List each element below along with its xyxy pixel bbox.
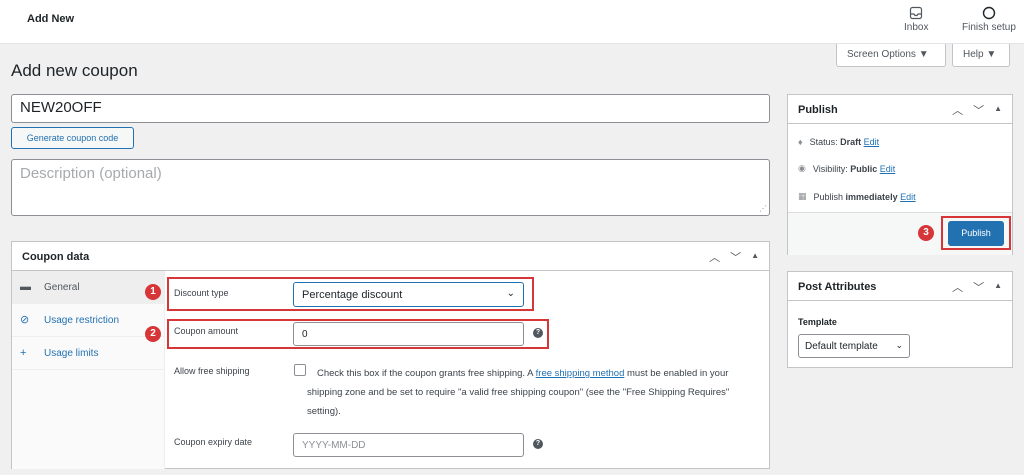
- step-marker-3: 3: [918, 225, 934, 241]
- help-tab[interactable]: Help ▼: [952, 44, 1010, 67]
- status-row: ♦ Status: Draft Edit: [798, 137, 879, 147]
- post-attributes-header: Post Attributes ︿ ﹀ ▲: [788, 272, 1012, 301]
- tab-usage-limits[interactable]: + Usage limits: [12, 337, 164, 370]
- highlight-box-discount-type: [167, 277, 534, 311]
- visibility-value: Public: [850, 163, 878, 174]
- expiry-date-input[interactable]: YYYY-MM-DD: [293, 433, 524, 457]
- move-up-icon[interactable]: ︿: [952, 279, 963, 295]
- move-down-icon[interactable]: ﹀: [973, 102, 984, 118]
- block-icon: ⊘: [20, 314, 30, 326]
- publish-header: Publish ︿ ﹀ ▲: [788, 95, 1012, 124]
- schedule-row: ▦ Publish immediately Edit: [798, 191, 916, 202]
- tab-general[interactable]: ▬ General: [12, 271, 164, 304]
- page-title: Add new coupon: [11, 61, 138, 80]
- description-textarea[interactable]: Description (optional) ⋰: [11, 159, 770, 216]
- collapse-icon[interactable]: ▲: [994, 102, 1002, 118]
- chevron-down-icon: ⌄: [895, 340, 903, 350]
- edit-visibility-link[interactable]: Edit: [880, 164, 896, 174]
- template-label: Template: [798, 317, 837, 327]
- screen-options-tab[interactable]: Screen Options ▼: [836, 44, 946, 67]
- schedule-label: Publish: [813, 191, 846, 202]
- coupon-data-header: Coupon data ︿ ﹀ ▲: [12, 242, 769, 271]
- status-label: Status:: [809, 137, 841, 147]
- help-icon[interactable]: ?: [533, 439, 543, 449]
- inbox-icon: [910, 6, 923, 20]
- top-bar: Add New Inbox Finish setup: [0, 0, 1024, 44]
- eye-icon: ◉: [798, 163, 806, 173]
- highlight-box-coupon-amount: [167, 319, 549, 349]
- progress-circle-icon: [982, 6, 996, 20]
- coupon-code-input[interactable]: NEW20OFF: [11, 94, 770, 123]
- calendar-icon: ▦: [798, 191, 807, 201]
- move-down-icon[interactable]: ﹀: [730, 249, 741, 265]
- move-up-icon[interactable]: ︿: [952, 102, 963, 118]
- free-shipping-description: Check this box if the coupon grants free…: [307, 364, 747, 421]
- tab-usage-restriction[interactable]: ⊘ Usage restriction: [12, 304, 164, 337]
- move-down-icon[interactable]: ﹀: [973, 279, 984, 295]
- visibility-label: Visibility:: [812, 163, 851, 174]
- post-attributes-panel: Post Attributes ︿ ﹀ ▲ Template Default t…: [787, 271, 1013, 368]
- publish-title: Publish: [798, 104, 838, 116]
- inbox-label: Inbox: [904, 22, 929, 33]
- free-shipping-label: Allow free shipping: [174, 366, 250, 376]
- pin-icon: ♦: [798, 137, 803, 147]
- move-up-icon[interactable]: ︿: [709, 249, 720, 265]
- coupon-data-tabs: ▬ General ⊘ Usage restriction + Usage li…: [12, 271, 165, 469]
- generate-coupon-code-button[interactable]: Generate coupon code: [11, 127, 134, 149]
- collapse-icon[interactable]: ▲: [994, 279, 1002, 295]
- plus-icon: +: [20, 347, 27, 359]
- schedule-value: immediately: [845, 191, 898, 202]
- visibility-row: ◉ Visibility: Public Edit: [798, 163, 895, 174]
- tab-label: General: [44, 282, 80, 293]
- coupon-data-title: Coupon data: [22, 251, 90, 263]
- step-marker-2: 2: [145, 326, 161, 342]
- ticket-icon: ▬: [20, 281, 31, 293]
- collapse-icon[interactable]: ▲: [751, 249, 759, 265]
- tab-label: Usage limits: [44, 348, 99, 359]
- finish-setup-label: Finish setup: [962, 22, 1016, 33]
- status-value: Draft: [840, 137, 862, 147]
- description-placeholder: Description (optional): [20, 165, 162, 182]
- panel-controls: ︿ ﹀ ▲: [952, 279, 1002, 295]
- panel-controls: ︿ ﹀ ▲: [709, 249, 759, 265]
- tab-label: Usage restriction: [44, 315, 120, 326]
- free-shipping-text: Check this box if the coupon grants free…: [317, 368, 536, 379]
- resize-grip-icon[interactable]: ⋰: [759, 205, 767, 213]
- inbox-button[interactable]: Inbox: [904, 6, 928, 33]
- highlight-box-publish: [941, 216, 1011, 250]
- expiry-date-label: Coupon expiry date: [174, 437, 253, 447]
- free-shipping-method-link[interactable]: free shipping method: [536, 368, 625, 379]
- panel-controls: ︿ ﹀ ▲: [952, 102, 1002, 118]
- edit-status-link[interactable]: Edit: [864, 137, 880, 147]
- finish-setup-button[interactable]: Finish setup: [962, 6, 1016, 33]
- edit-schedule-link[interactable]: Edit: [900, 192, 916, 202]
- template-select[interactable]: Default template ⌄: [798, 334, 910, 358]
- step-marker-1: 1: [145, 284, 161, 300]
- post-attributes-title: Post Attributes: [798, 281, 877, 293]
- template-value: Default template: [805, 341, 878, 352]
- free-shipping-checkbox[interactable]: [294, 364, 306, 376]
- top-bar-title: Add New: [27, 13, 75, 25]
